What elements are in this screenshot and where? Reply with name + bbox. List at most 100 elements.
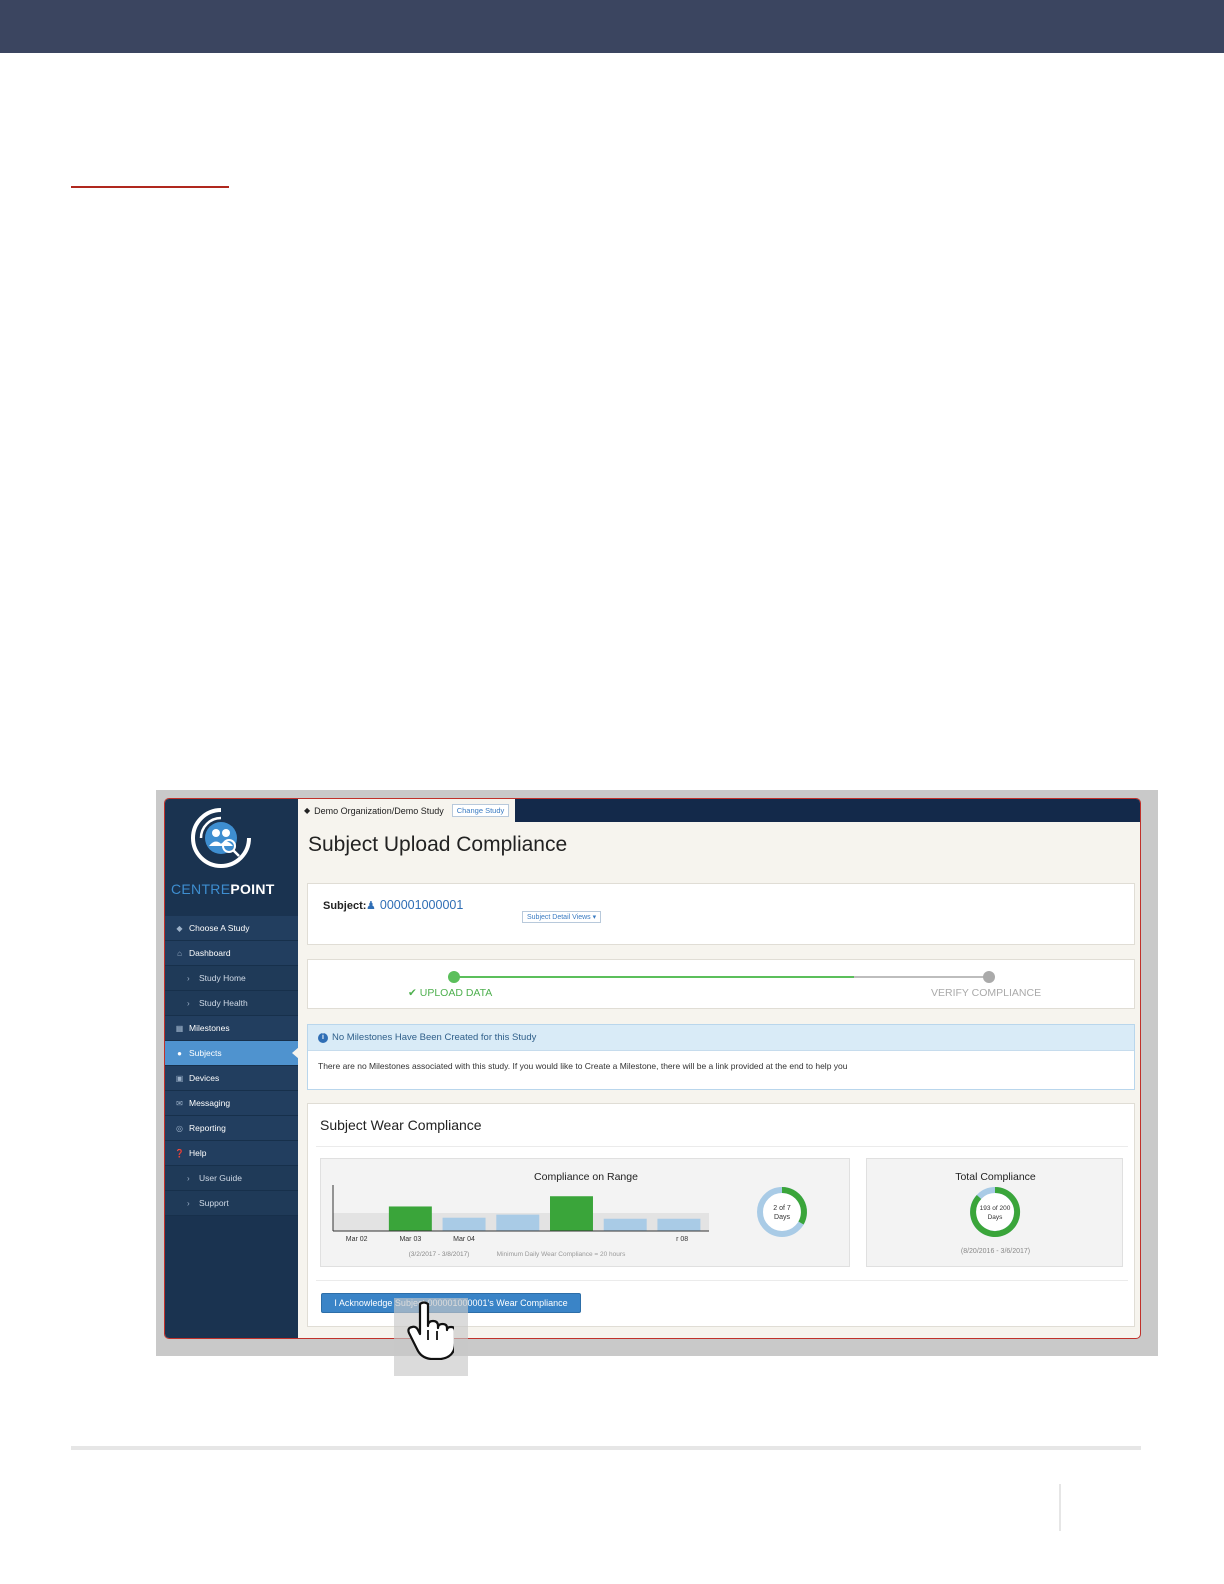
total-compliance-range: (8/20/2016 - 3/6/2017) [960, 1248, 1031, 1255]
sidebar-item-dashboard[interactable]: ⌂ Dashboard [165, 941, 298, 966]
x-tick-label: Mar 03 [399, 1236, 421, 1243]
chart-bar [496, 1214, 540, 1231]
total-donut-value: 193 of 200 [980, 1205, 1011, 1212]
progress-line-pending [854, 976, 988, 978]
breadcrumb: ◆ Demo Organization/Demo Study Change St… [298, 799, 516, 822]
sidebar-item-choose-a-study[interactable]: ◆ Choose A Study [165, 916, 298, 941]
sidebar: CENTREPOINT ◆ Choose A Study ⌂ Dashboard… [165, 799, 299, 1338]
step-upload-text: UPLOAD DATA [419, 987, 493, 999]
change-study-button[interactable]: Change Study [451, 804, 510, 817]
logo-icon [191, 808, 251, 868]
sidebar-item-label: Help [189, 1148, 207, 1158]
sidebar-item-label: Support [199, 1198, 229, 1208]
progress-steps: ✔ UPLOAD DATA VERIFY COMPLIANCE [307, 959, 1135, 1009]
range-donut-unit: Days [774, 1214, 790, 1221]
sidebar-item-label: Study Health [199, 998, 248, 1008]
help-icon: ❓ [174, 1148, 185, 1158]
report-icon: ◎ [176, 1123, 183, 1133]
x-tick-label: Mar 04 [453, 1236, 475, 1243]
step-verify-dot [983, 971, 995, 983]
sidebar-item-devices[interactable]: ▣ Devices [165, 1066, 298, 1091]
footer-divider [1059, 1484, 1061, 1531]
step-verify-label: VERIFY COMPLIANCE [931, 987, 1042, 999]
alert-heading-text: No Milestones Have Been Created for this… [332, 1032, 537, 1043]
sidebar-item-subjects[interactable]: ● Subjects [165, 1041, 299, 1066]
sidebar-item-label: Subjects [189, 1048, 222, 1058]
sidebar-item-study-health[interactable]: › Study Health [165, 991, 298, 1016]
sidebar-item-label: Milestones [189, 1023, 230, 1033]
sidebar-item-label: Dashboard [189, 948, 231, 958]
top-bar: ◆ Demo Organization/Demo Study Change St… [298, 799, 1140, 822]
sidebar-item-user-guide[interactable]: › User Guide [165, 1166, 298, 1191]
sidebar-item-label: Choose A Study [189, 923, 250, 933]
logo-wordmark-point: POINT [230, 881, 275, 897]
subject-detail-views-dropdown[interactable]: Subject Detail Views ▾ [522, 911, 602, 923]
subject-id-link[interactable]: ♟ 000001000001 [366, 898, 463, 912]
chevron-right-icon: › [187, 973, 190, 983]
subject-id-text: 000001000001 [379, 898, 464, 912]
chart-bar [550, 1196, 593, 1231]
check-circle-icon: ✔ [408, 987, 417, 999]
chevron-right-icon: › [187, 1198, 190, 1208]
footer-rule [71, 1446, 1141, 1450]
logo-wordmark: CENTREPOINT [171, 881, 291, 897]
logo-wordmark-centre: CENTRE [171, 881, 231, 897]
step-upload-label: ✔ UPLOAD DATA [408, 987, 492, 999]
person-icon: ♟ [366, 900, 376, 912]
compliance-on-range-card: Compliance on Range Mar 02 Mar 03 Mar 04 r … [320, 1158, 850, 1267]
sidebar-item-milestones[interactable]: ▦ Milestones [165, 1016, 298, 1041]
device-icon: ▣ [175, 1073, 184, 1083]
calendar-icon: ▦ [175, 1023, 184, 1033]
range-donut-value: 2 of 7 [773, 1205, 791, 1212]
breadcrumb-text: Demo Organization/Demo Study [314, 805, 444, 816]
sidebar-item-label: Study Home [199, 973, 246, 983]
chart-bar [657, 1218, 701, 1231]
chevron-right-icon: › [187, 998, 190, 1008]
home-icon: ⌂ [177, 948, 182, 958]
alert-body: There are no Milestones associated with … [318, 1061, 848, 1071]
info-icon: i [318, 1032, 328, 1043]
progress-line-complete [454, 976, 854, 978]
total-donut: 193 of 200 Days [970, 1186, 1021, 1237]
chart-bar [603, 1218, 647, 1231]
total-compliance-card: Total Compliance 193 of 200 Days (8/20/2… [866, 1158, 1123, 1267]
subject-label: Subject: [323, 900, 367, 912]
document-page: CENTREPOINT ◆ Choose A Study ⌂ Dashboard… [0, 0, 1224, 1584]
subject-panel: Subject: ♟ 000001000001 Subject Detail Vi… [307, 883, 1135, 945]
milestone-alert: i No Milestones Have Been Created for th… [307, 1024, 1135, 1090]
sidebar-item-messaging[interactable]: ✉ Messaging [165, 1091, 298, 1116]
sidebar-item-label: User Guide [199, 1173, 242, 1183]
app-window: CENTREPOINT ◆ Choose A Study ⌂ Dashboard… [164, 798, 1141, 1339]
person-icon: ● [177, 1048, 182, 1058]
sidebar-item-label: Messaging [189, 1098, 231, 1108]
range-footer: (3/2/2017 - 3/8/2017) [409, 1251, 470, 1258]
divider [316, 1146, 1128, 1147]
tag-icon: ◆ [304, 806, 311, 815]
sidebar-item-study-home[interactable]: › Study Home [165, 966, 298, 991]
x-tick-label: r 08 [676, 1236, 688, 1243]
range-note: Minimum Daily Wear Compliance = 20 hours [497, 1251, 626, 1258]
chart-bar [388, 1206, 432, 1231]
x-tick-label: Mar 02 [346, 1236, 368, 1243]
wear-compliance-title: Subject Wear Compliance [320, 1117, 482, 1133]
hand-pointer-icon [407, 1301, 454, 1360]
total-donut-unit: Days [988, 1214, 1004, 1221]
tag-icon: ◆ [176, 923, 183, 933]
alert-heading: i No Milestones Have Been Created for th… [308, 1025, 1134, 1051]
sidebar-item-help[interactable]: ❓ Help [165, 1141, 298, 1166]
section-rule [71, 186, 229, 188]
main-content: ◆ Demo Organization/Demo Study Change St… [298, 799, 1140, 1338]
range-donut: 2 of 7 Days [757, 1187, 807, 1237]
divider [316, 1280, 1128, 1281]
sidebar-item-support[interactable]: › Support [165, 1191, 298, 1216]
page-title: Subject Upload Compliance [308, 833, 568, 856]
header-band [0, 0, 1224, 53]
wear-compliance-panel: Subject Wear Compliance Compliance on Ra… [307, 1103, 1135, 1327]
chart-bar [442, 1217, 486, 1231]
sidebar-item-label: Devices [189, 1073, 220, 1083]
logo: CENTREPOINT [165, 799, 298, 916]
sidebar-item-label: Reporting [189, 1123, 226, 1133]
sidebar-item-reporting[interactable]: ◎ Reporting [165, 1116, 298, 1141]
step-upload-dot [448, 971, 460, 983]
envelope-icon: ✉ [176, 1098, 183, 1108]
